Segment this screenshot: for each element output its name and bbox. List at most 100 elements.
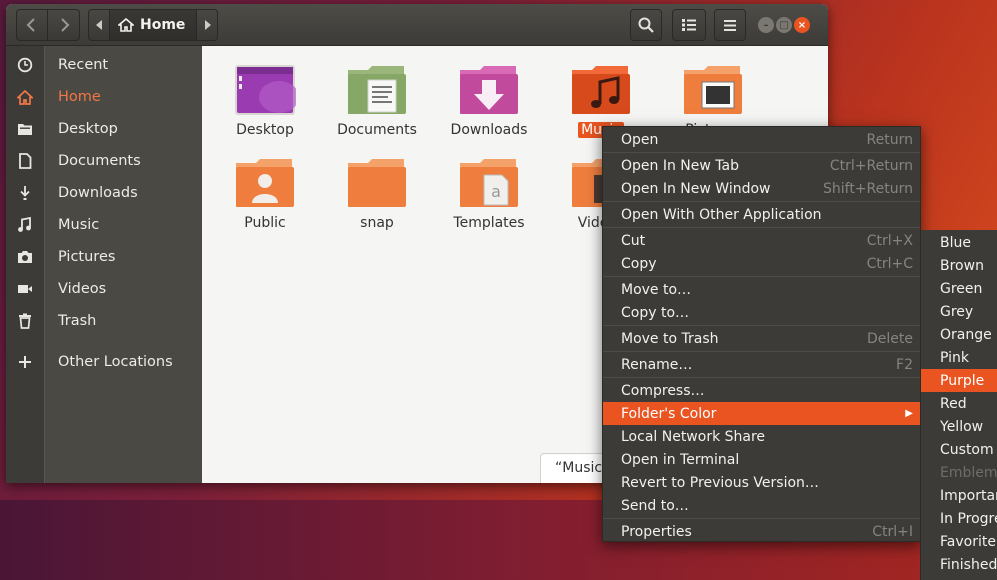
menu-separator	[603, 325, 920, 326]
folder-public[interactable]: Public	[215, 157, 315, 231]
color-option-brown[interactable]: Brown	[921, 254, 997, 277]
close-button[interactable]: ×	[794, 17, 810, 33]
folder-snap[interactable]: snap	[327, 157, 427, 231]
path-scroll-right-button[interactable]	[197, 10, 217, 40]
sidebar-item-other-locations[interactable]: Other Locations	[6, 347, 202, 377]
maximize-button[interactable]: □	[776, 17, 792, 33]
menu-item-properties[interactable]: Properties Ctrl+I	[603, 520, 920, 543]
menu-item-move-to-trash[interactable]: Move to Trash Delete	[603, 327, 920, 350]
menu-item-compress[interactable]: Compress…	[603, 379, 920, 402]
minimize-button[interactable]: –	[758, 17, 774, 33]
color-option-green[interactable]: Green	[921, 277, 997, 300]
headerbar: Home – □ ×	[6, 4, 828, 46]
sidebar-item-recent[interactable]: Recent	[6, 50, 202, 80]
video-icon	[6, 283, 44, 295]
back-button[interactable]	[16, 9, 48, 41]
sidebar-item-label: Music	[58, 217, 100, 233]
menu-item-label: Copy	[621, 255, 657, 272]
menu-separator	[603, 152, 920, 153]
search-button[interactable]	[630, 9, 662, 41]
menu-item-label: Move to Trash	[621, 330, 719, 347]
menu-item-open-new-tab[interactable]: Open In New Tab Ctrl+Return	[603, 154, 920, 177]
trash-icon	[6, 313, 44, 329]
menu-separator	[603, 518, 920, 519]
camera-icon	[6, 250, 44, 264]
forward-button[interactable]	[48, 9, 80, 41]
sidebar-item-videos[interactable]: Videos	[6, 274, 202, 304]
emblem-option-finished[interactable]: Finished	[921, 553, 997, 576]
color-option-purple[interactable]: Purple	[921, 369, 997, 392]
sidebar-item-documents[interactable]: Documents	[6, 146, 202, 176]
file-name: Downloads	[450, 122, 528, 138]
sidebar-item-downloads[interactable]: Downloads	[6, 178, 202, 208]
menu-item-copy-to[interactable]: Copy to…	[603, 301, 920, 324]
emblem-heading: Emblem:	[940, 464, 997, 481]
sidebar-item-home[interactable]: Home	[6, 82, 202, 112]
submenu-arrow-icon: ▶	[905, 408, 913, 419]
folder-documents[interactable]: Documents	[327, 64, 427, 138]
color-option-pink[interactable]: Pink	[921, 346, 997, 369]
menu-item-copy[interactable]: Copy Ctrl+C	[603, 252, 920, 275]
emblem-option-important[interactable]: Important	[921, 484, 997, 507]
sidebar: Recent Home Desktop Documents Downloads	[6, 46, 202, 483]
menu-item-send-to[interactable]: Send to…	[603, 494, 920, 517]
menu-item-label: Cut	[621, 232, 646, 249]
color-option-yellow[interactable]: Yellow	[921, 415, 997, 438]
menu-item-label: Open In New Window	[621, 180, 771, 197]
menu-item-folders-color[interactable]: Folder's Color ▶	[603, 402, 920, 425]
documents-folder-icon	[348, 66, 406, 114]
menu-item-revert[interactable]: Revert to Previous Version…	[603, 471, 920, 494]
downloads-folder-icon	[460, 66, 518, 114]
sidebar-item-music[interactable]: Music	[6, 210, 202, 240]
home-icon	[118, 18, 134, 32]
view-mode-button[interactable]	[672, 9, 706, 41]
menu-item-shortcut: Ctrl+I	[872, 523, 913, 540]
sidebar-item-desktop[interactable]: Desktop	[6, 114, 202, 144]
color-option-blue[interactable]: Blue	[921, 231, 997, 254]
file-name: Desktop	[236, 122, 294, 138]
menu-item-label: Open in Terminal	[621, 451, 740, 468]
download-icon	[6, 185, 44, 201]
path-scroll-left-button[interactable]	[89, 10, 109, 40]
menu-item-open-with[interactable]: Open With Other Application	[603, 203, 920, 226]
path-home-button[interactable]: Home	[109, 10, 197, 40]
folder-downloads[interactable]: Downloads	[439, 64, 539, 138]
color-option-orange[interactable]: Orange	[921, 323, 997, 346]
folder-color-submenu: Blue Brown Green Grey Orange Pink Purple…	[920, 230, 997, 580]
sidebar-item-label: Desktop	[58, 121, 118, 137]
sidebar-item-label: Pictures	[58, 249, 116, 265]
pictures-folder-icon	[684, 66, 742, 114]
emblem-option-in-progress[interactable]: In Progress	[921, 507, 997, 530]
menu-item-shortcut: F2	[896, 356, 913, 373]
file-name: Documents	[337, 122, 417, 138]
menu-item-open-in-terminal[interactable]: Open in Terminal	[603, 448, 920, 471]
menu-item-label: Move to…	[621, 281, 692, 298]
emblem-option-favorite[interactable]: Favorite	[921, 530, 997, 553]
menu-item-local-network-share[interactable]: Local Network Share	[603, 425, 920, 448]
sidebar-item-pictures[interactable]: Pictures	[6, 242, 202, 272]
templates-folder-icon: a	[460, 159, 518, 207]
folder-icon	[6, 122, 44, 136]
menu-item-label: Copy to…	[621, 304, 690, 321]
folder-desktop[interactable]: Desktop	[215, 64, 315, 138]
menu-item-rename[interactable]: Rename… F2	[603, 353, 920, 376]
color-option-custom[interactable]: Custom	[921, 438, 997, 461]
color-option-grey[interactable]: Grey	[921, 300, 997, 323]
menu-item-label: Local Network Share	[621, 428, 766, 445]
sidebar-item-label: Other Locations	[58, 354, 173, 370]
menu-item-label: Open With Other Application	[621, 206, 822, 223]
menu-item-cut[interactable]: Cut Ctrl+X	[603, 229, 920, 252]
menu-item-label: Send to…	[621, 497, 689, 514]
menu-item-open[interactable]: Open Return	[603, 128, 920, 151]
menu-item-label: Open	[621, 131, 659, 148]
desktop-folder-icon	[235, 65, 296, 115]
menu-separator	[603, 377, 920, 378]
sidebar-item-trash[interactable]: Trash	[6, 306, 202, 336]
color-option-red[interactable]: Red	[921, 392, 997, 415]
public-folder-icon	[236, 159, 294, 207]
triangle-left-icon	[95, 20, 102, 30]
menu-item-move-to[interactable]: Move to…	[603, 278, 920, 301]
menu-button[interactable]	[714, 9, 746, 41]
folder-templates[interactable]: a Templates	[439, 157, 539, 231]
menu-item-open-new-window[interactable]: Open In New Window Shift+Return	[603, 177, 920, 200]
